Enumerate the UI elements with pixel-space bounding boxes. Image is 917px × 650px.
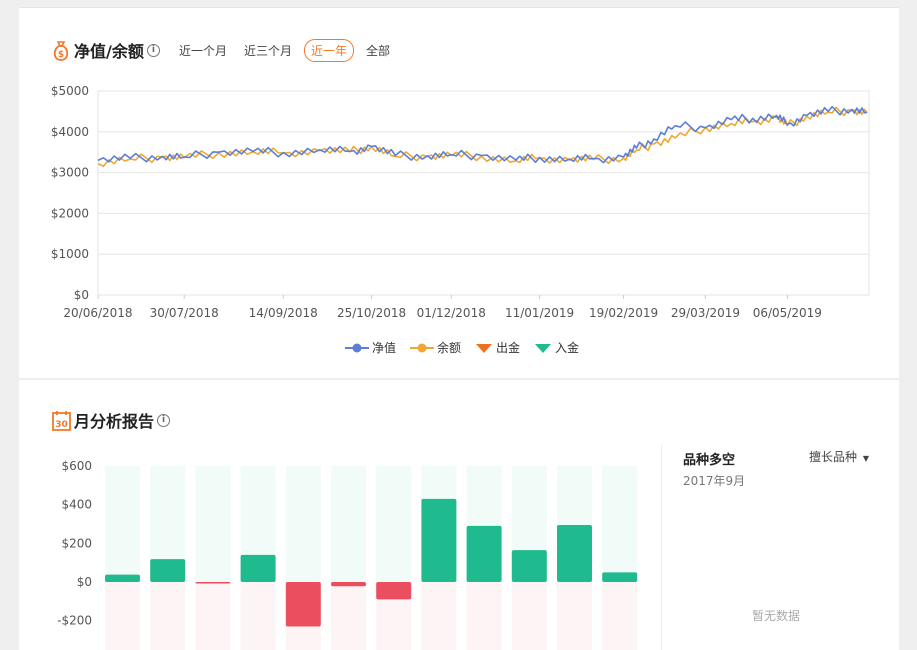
monthly-bar-chart: $600 $400 $200 $0 -$200 xyxy=(57,459,638,650)
x-tick-label: 14/09/2018 xyxy=(249,306,318,320)
x-tick-label: 11/01/2019 xyxy=(505,306,574,320)
bar-background-negative xyxy=(331,582,366,650)
monthly-report-card: 30 月分析报告 i $600 $400 $200 $0 -$200 品种多空 2017… xyxy=(19,379,899,650)
bar-month-4 xyxy=(240,554,276,582)
side-panel: 品种多空 2017年9月 擅长品种 ▼ 暂无数据 xyxy=(661,444,899,650)
bar-month-9 xyxy=(466,525,502,582)
bar-background-negative xyxy=(240,582,276,650)
legend-deposit-triangle-icon xyxy=(535,343,552,353)
empty-data-text: 暂无数据 xyxy=(752,609,801,623)
y-tick-label: $1000 xyxy=(51,247,89,261)
bar-background-positive xyxy=(602,466,638,582)
bar-month-12 xyxy=(602,572,638,582)
legend-withdraw-label: 出金 xyxy=(496,341,521,355)
bar-month-8 xyxy=(421,498,457,582)
equity-balance-card: $ 净值/余额 i 近一个月 近三个月 近一年 全部 $0 $1000 $2000 $… xyxy=(19,7,899,378)
legend-equity-marker-icon xyxy=(345,343,369,352)
legend-balance-label: 余额 xyxy=(437,341,462,355)
legend-equity[interactable]: 净值 xyxy=(345,339,396,356)
chart-legend: 净值 余额 出金 入金 xyxy=(345,339,593,356)
y-tick-label: -$200 xyxy=(57,614,92,628)
bar-background-negative xyxy=(105,582,140,650)
bar-month-1 xyxy=(105,574,140,582)
y-tick-label: $600 xyxy=(61,459,92,473)
bar-background-positive xyxy=(195,466,231,582)
bar-background-positive xyxy=(331,466,366,582)
bar-background-negative xyxy=(150,582,186,650)
bar-month-7 xyxy=(376,582,412,600)
bar-background-negative xyxy=(602,582,638,650)
x-tick-label: 06/05/2019 xyxy=(753,306,822,320)
specialty-select[interactable]: 擅长品种 ▼ xyxy=(809,448,869,465)
bar-month-2 xyxy=(150,559,186,582)
bar-month-3 xyxy=(195,582,231,584)
bar-month-11 xyxy=(557,524,592,582)
side-panel-title: 品种多空 xyxy=(683,453,736,468)
bar-background-positive xyxy=(285,466,321,582)
x-tick-label: 19/02/2019 xyxy=(589,306,658,320)
bar-background-negative xyxy=(511,582,547,650)
y-tick-label: $0 xyxy=(74,288,89,302)
bar-background-negative xyxy=(466,582,502,650)
y-tick-label: $5000 xyxy=(51,84,89,98)
legend-withdraw[interactable]: 出金 xyxy=(475,339,520,356)
bar-month-6 xyxy=(331,582,366,587)
bar-month-5 xyxy=(285,582,321,627)
side-panel-date: 2017年9月 xyxy=(683,474,746,488)
caret-down-icon: ▼ xyxy=(862,454,869,463)
y-tick-label: $4000 xyxy=(51,125,89,139)
y-tick-label: $3000 xyxy=(51,166,89,180)
legend-deposit-label: 入金 xyxy=(555,341,580,355)
x-tick-label: 29/03/2019 xyxy=(671,306,740,320)
equity-line-chart: $0 $1000 $2000 $3000 $4000 $5000 20/06/2018 30/… xyxy=(51,84,870,320)
y-tick-label: $0 xyxy=(77,575,92,589)
bar-background-negative xyxy=(421,582,457,650)
legend-balance-marker-icon xyxy=(410,343,435,352)
bar-month-10 xyxy=(511,550,547,582)
bar-background-positive xyxy=(105,466,140,582)
x-tick-label: 20/06/2018 xyxy=(63,306,132,320)
bar-background-negative xyxy=(195,582,231,650)
x-tick-label: 25/10/2018 xyxy=(337,306,406,320)
series-line-equity xyxy=(97,105,868,164)
legend-withdraw-triangle-icon xyxy=(476,343,493,353)
legend-equity-label: 净值 xyxy=(372,341,397,355)
bar-background-negative xyxy=(557,582,592,650)
legend-balance[interactable]: 余额 xyxy=(410,339,461,356)
bar-background-positive xyxy=(376,466,412,582)
series-line-balance xyxy=(97,106,868,167)
y-tick-label: $200 xyxy=(61,536,92,550)
y-tick-label: $400 xyxy=(61,498,92,512)
x-tick-label: 01/12/2018 xyxy=(417,306,486,320)
x-tick-label: 30/07/2018 xyxy=(150,306,219,320)
specialty-select-label: 擅长品种 xyxy=(809,450,858,464)
legend-deposit[interactable]: 入金 xyxy=(534,339,579,356)
y-tick-label: $2000 xyxy=(51,206,89,220)
